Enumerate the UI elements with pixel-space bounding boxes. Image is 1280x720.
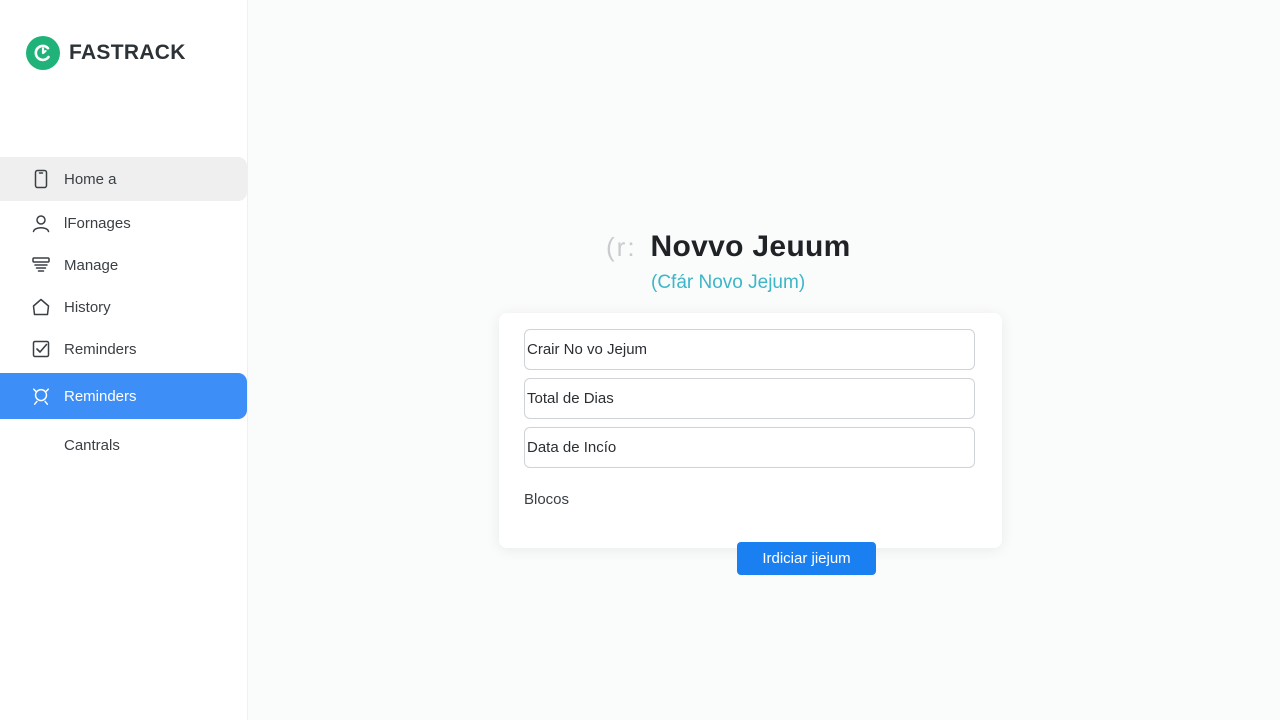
home-icon <box>31 297 51 317</box>
user-icon <box>31 213 51 233</box>
sidebar-item-label: Reminders <box>64 387 137 405</box>
new-fast-form: Crair No vo Jejum Total de Dias Data de … <box>499 313 1002 548</box>
sidebar-item-home[interactable]: Home a <box>0 157 247 201</box>
sidebar-item-manage[interactable]: Manage <box>0 243 247 287</box>
sidebar: FASTRACK Home a lFornages Manage History <box>0 0 248 720</box>
brand-logo-icon <box>26 36 60 70</box>
sidebar-item-fornages[interactable]: lFornages <box>0 201 247 245</box>
sidebar-item-history[interactable]: History <box>0 285 247 329</box>
page-subtitle: (Cfár Novo Jejum) <box>651 272 806 293</box>
title-row: (r: Novvo Jeuum <box>606 230 851 264</box>
reminder-search-icon <box>31 386 51 406</box>
sidebar-item-label: Home a <box>64 170 117 188</box>
phone-icon <box>31 169 51 189</box>
brand[interactable]: FASTRACK <box>26 36 186 70</box>
fast-name-field[interactable]: Crair No vo Jejum <box>524 329 975 370</box>
layers-icon <box>31 255 51 275</box>
start-fast-button[interactable]: Irdiciar jiejum <box>737 542 876 575</box>
sidebar-item-label: Manage <box>64 256 119 274</box>
blocks-label: Blocos <box>524 491 570 508</box>
sidebar-item-cantrals[interactable]: Cantrals <box>0 423 247 467</box>
total-days-field[interactable]: Total de Dias <box>524 378 975 419</box>
sidebar-item-reminders[interactable]: Reminders <box>0 327 247 371</box>
sidebar-item-label: Cantrals <box>64 436 120 454</box>
sidebar-item-reminders-active[interactable]: Reminders <box>0 373 247 419</box>
checkbox-icon <box>31 339 51 359</box>
sidebar-item-label: lFornages <box>64 214 131 232</box>
title-prefix: (r: <box>606 232 637 262</box>
sidebar-item-label: Reminders <box>64 340 137 358</box>
start-date-field[interactable]: Data de Incío <box>524 427 975 468</box>
sidebar-item-label: History <box>64 298 111 316</box>
page-title: Novvo Jeuum <box>650 230 851 263</box>
brand-name: FASTRACK <box>69 41 186 64</box>
